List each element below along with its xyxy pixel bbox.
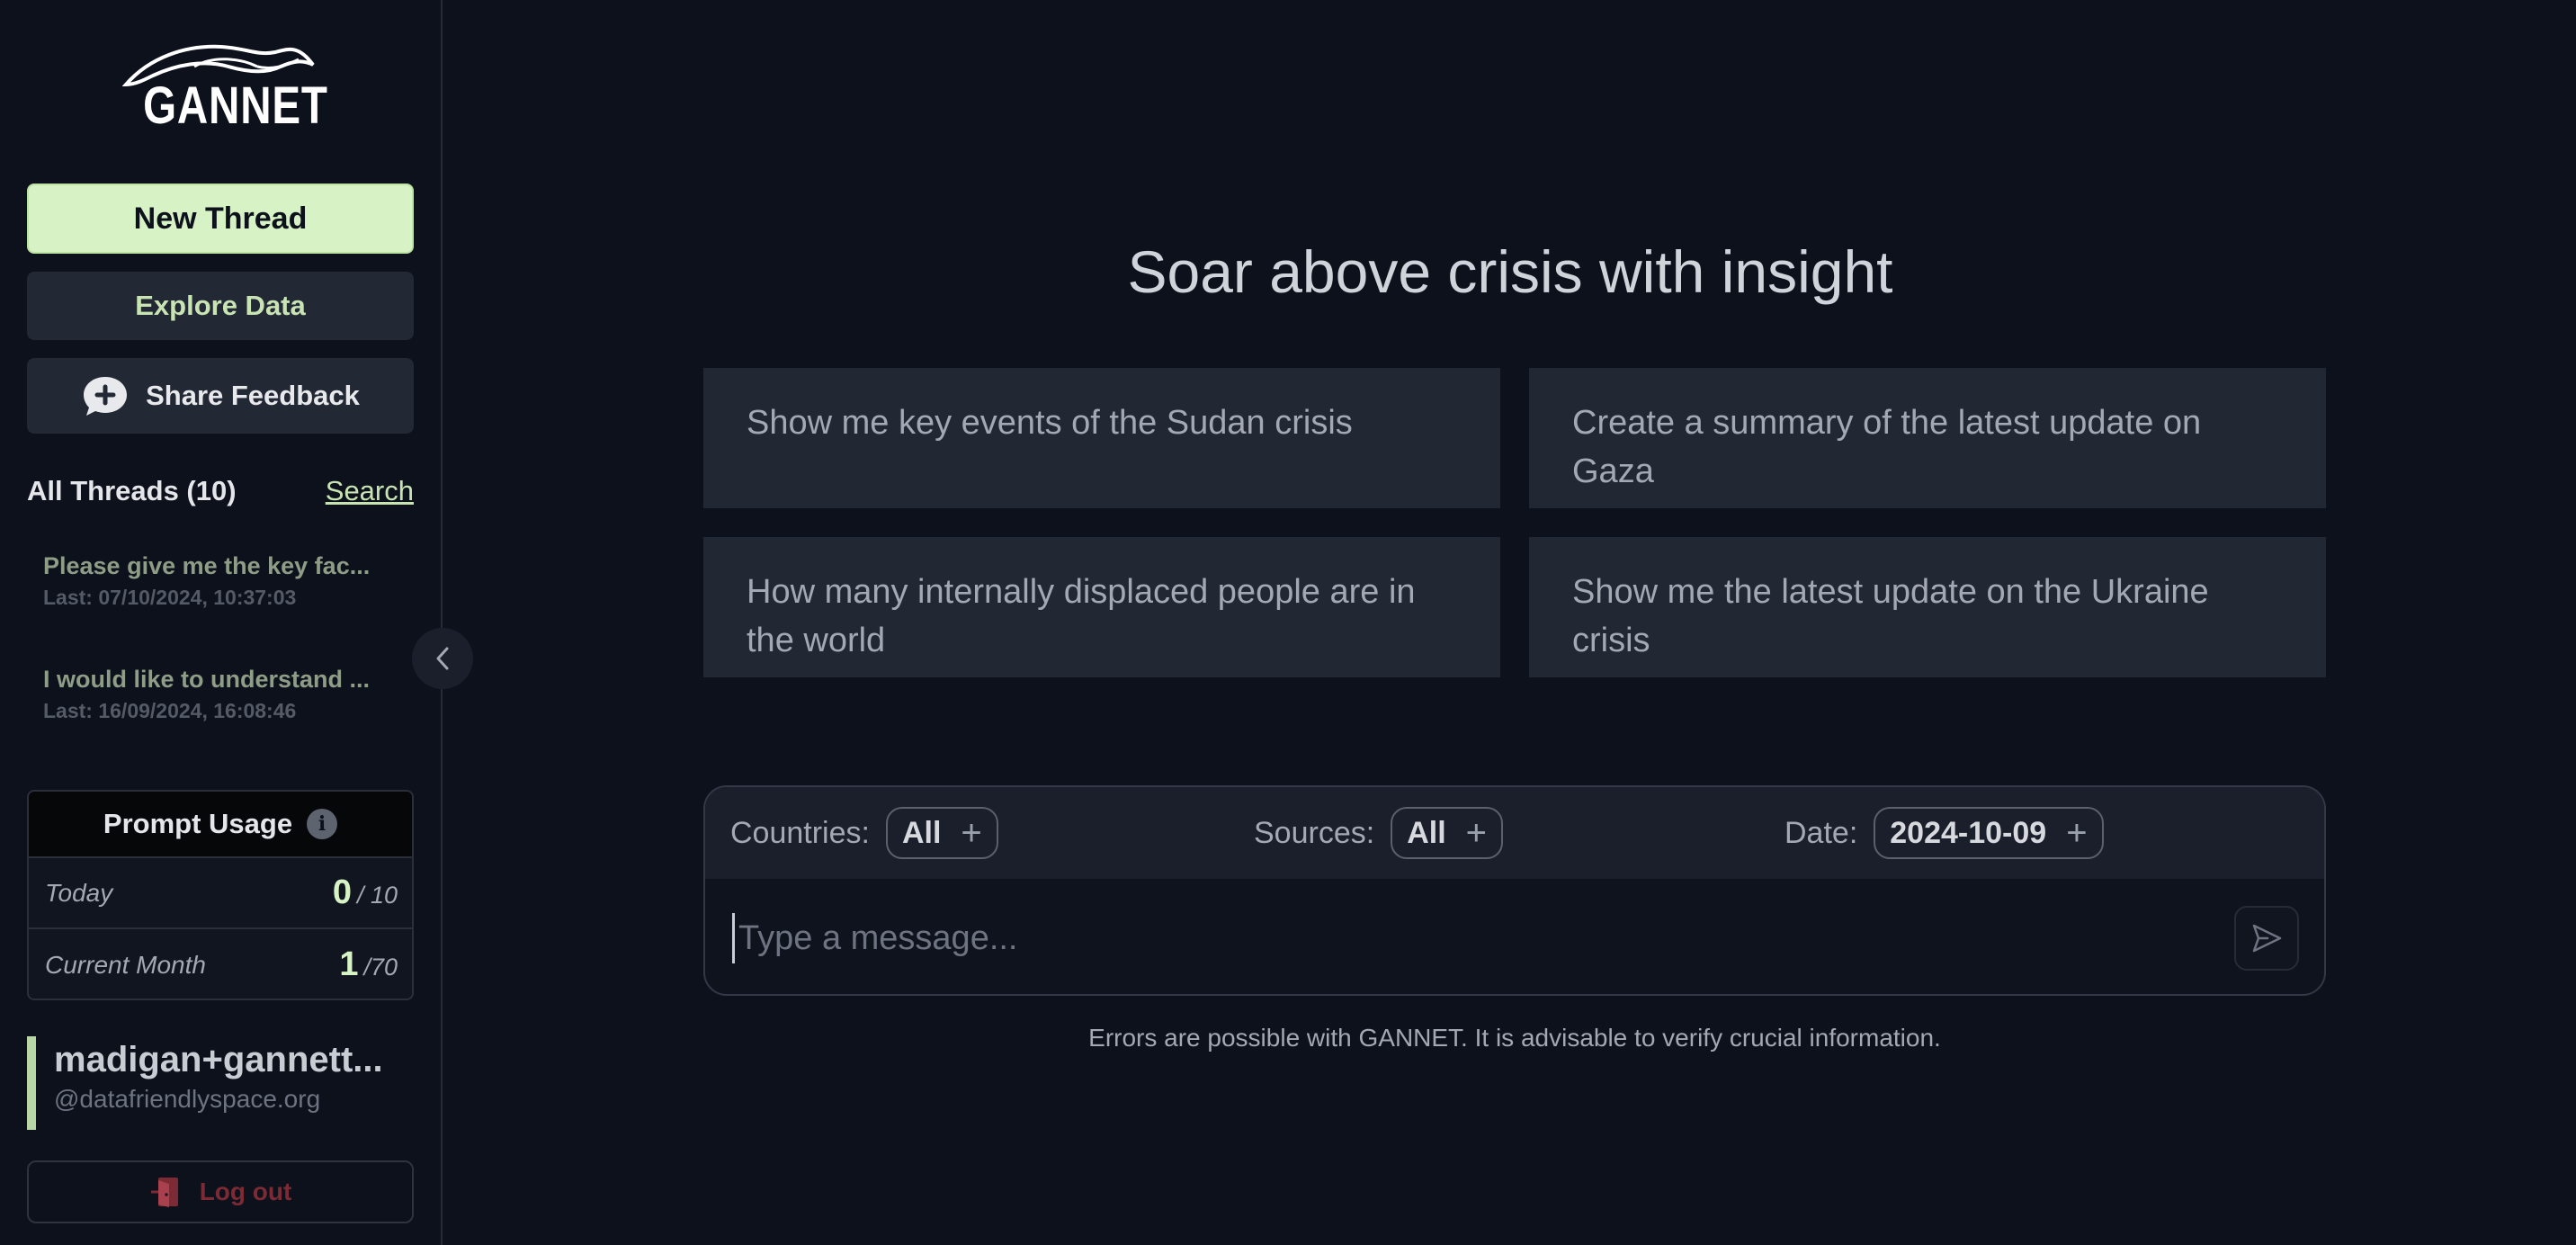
- usage-label: Today: [45, 878, 113, 907]
- suggestion-card[interactable]: Show me key events of the Sudan crisis: [703, 368, 1500, 508]
- threads-title: All Threads (10): [27, 475, 237, 506]
- message-composer: Countries: All + Sources: All + Date: 20…: [703, 785, 2326, 996]
- date-select[interactable]: 2024-10-09 +: [1874, 807, 2104, 859]
- sidebar: GANNET New Thread Explore Data Share Fee…: [0, 0, 473, 1245]
- prompt-usage-panel: Prompt Usage i Today 0 / 10 Current Mont…: [27, 790, 414, 1000]
- send-button[interactable]: [2234, 906, 2299, 971]
- usage-row-today: Today 0 / 10: [29, 858, 412, 929]
- suggestion-card[interactable]: Show me the latest update on the Ukraine…: [1529, 537, 2326, 677]
- disclaimer-text: Errors are possible with GANNET. It is a…: [1088, 1024, 1941, 1052]
- logout-button[interactable]: Log out: [27, 1160, 414, 1223]
- brand-wordmark: GANNET: [143, 76, 328, 135]
- threads-header: All Threads (10) Search: [27, 471, 414, 511]
- user-domain: @datafriendlyspace.org: [54, 1085, 321, 1113]
- user-name: madigan+gannett...: [54, 1040, 383, 1079]
- info-icon[interactable]: i: [307, 809, 338, 839]
- date-filter: Date: 2024-10-09 +: [1784, 807, 2104, 859]
- usage-limit: / 10: [356, 882, 398, 909]
- date-value: 2024-10-09: [1890, 815, 2047, 850]
- usage-value: 1 /70: [339, 945, 398, 984]
- countries-select[interactable]: All +: [885, 807, 998, 859]
- brand-logo[interactable]: GANNET: [122, 40, 328, 135]
- plus-icon[interactable]: +: [1466, 815, 1487, 851]
- usage-value: 0 / 10: [333, 873, 398, 912]
- thread-title: I would like to understand ...: [43, 666, 371, 693]
- sources-value: All: [1407, 815, 1446, 850]
- sources-filter: Sources: All +: [1254, 807, 1503, 859]
- logout-door-icon: [150, 1178, 178, 1207]
- app-root: GANNET New Thread Explore Data Share Fee…: [0, 0, 2576, 1245]
- usage-limit: /70: [363, 954, 398, 981]
- message-row: [705, 879, 2324, 994]
- usage-label: Current Month: [45, 950, 206, 979]
- date-label: Date:: [1784, 815, 1858, 850]
- threads-search-link[interactable]: Search: [326, 475, 414, 507]
- suggestion-card[interactable]: Create a summary of the latest update on…: [1529, 368, 2326, 508]
- chat-plus-icon: [84, 377, 128, 416]
- prompt-usage-header: Prompt Usage i: [29, 792, 412, 858]
- new-thread-button[interactable]: New Thread: [27, 184, 414, 254]
- share-feedback-button[interactable]: Share Feedback: [27, 358, 414, 434]
- user-profile: madigan+gannett... @datafriendlyspace.or…: [27, 1036, 414, 1130]
- plus-icon[interactable]: +: [2066, 815, 2087, 851]
- usage-count: 1: [339, 945, 359, 983]
- usage-count: 0: [332, 873, 352, 911]
- message-input[interactable]: [732, 913, 2171, 963]
- suggestion-card[interactable]: How many internally displaced people are…: [703, 537, 1500, 677]
- thread-title: Please give me the key fac...: [43, 552, 371, 579]
- page-title: Soar above crisis with insight: [1127, 238, 1893, 305]
- filters-bar: Countries: All + Sources: All + Date: 20…: [705, 787, 2324, 879]
- main-panel: Soar above crisis with insight Show me k…: [444, 0, 2576, 1245]
- thread-item[interactable]: Please give me the key fac... Last: 07/1…: [43, 552, 403, 610]
- countries-filter: Countries: All +: [730, 807, 998, 859]
- thread-item[interactable]: I would like to understand ... Last: 16/…: [43, 666, 403, 723]
- usage-row-month: Current Month 1 /70: [29, 929, 412, 999]
- logout-label: Log out: [199, 1178, 292, 1205]
- send-icon: [2252, 924, 2282, 953]
- sources-select[interactable]: All +: [1391, 807, 1503, 859]
- plus-icon[interactable]: +: [961, 815, 981, 851]
- share-feedback-label: Share Feedback: [146, 380, 360, 411]
- explore-data-button[interactable]: Explore Data: [27, 272, 414, 340]
- thread-date: Last: 16/09/2024, 16:08:46: [43, 699, 297, 722]
- thread-date: Last: 07/10/2024, 10:37:03: [43, 586, 297, 609]
- prompt-usage-title: Prompt Usage: [103, 808, 293, 839]
- countries-value: All: [901, 815, 942, 850]
- countries-label: Countries:: [730, 815, 870, 850]
- sources-label: Sources:: [1254, 815, 1375, 850]
